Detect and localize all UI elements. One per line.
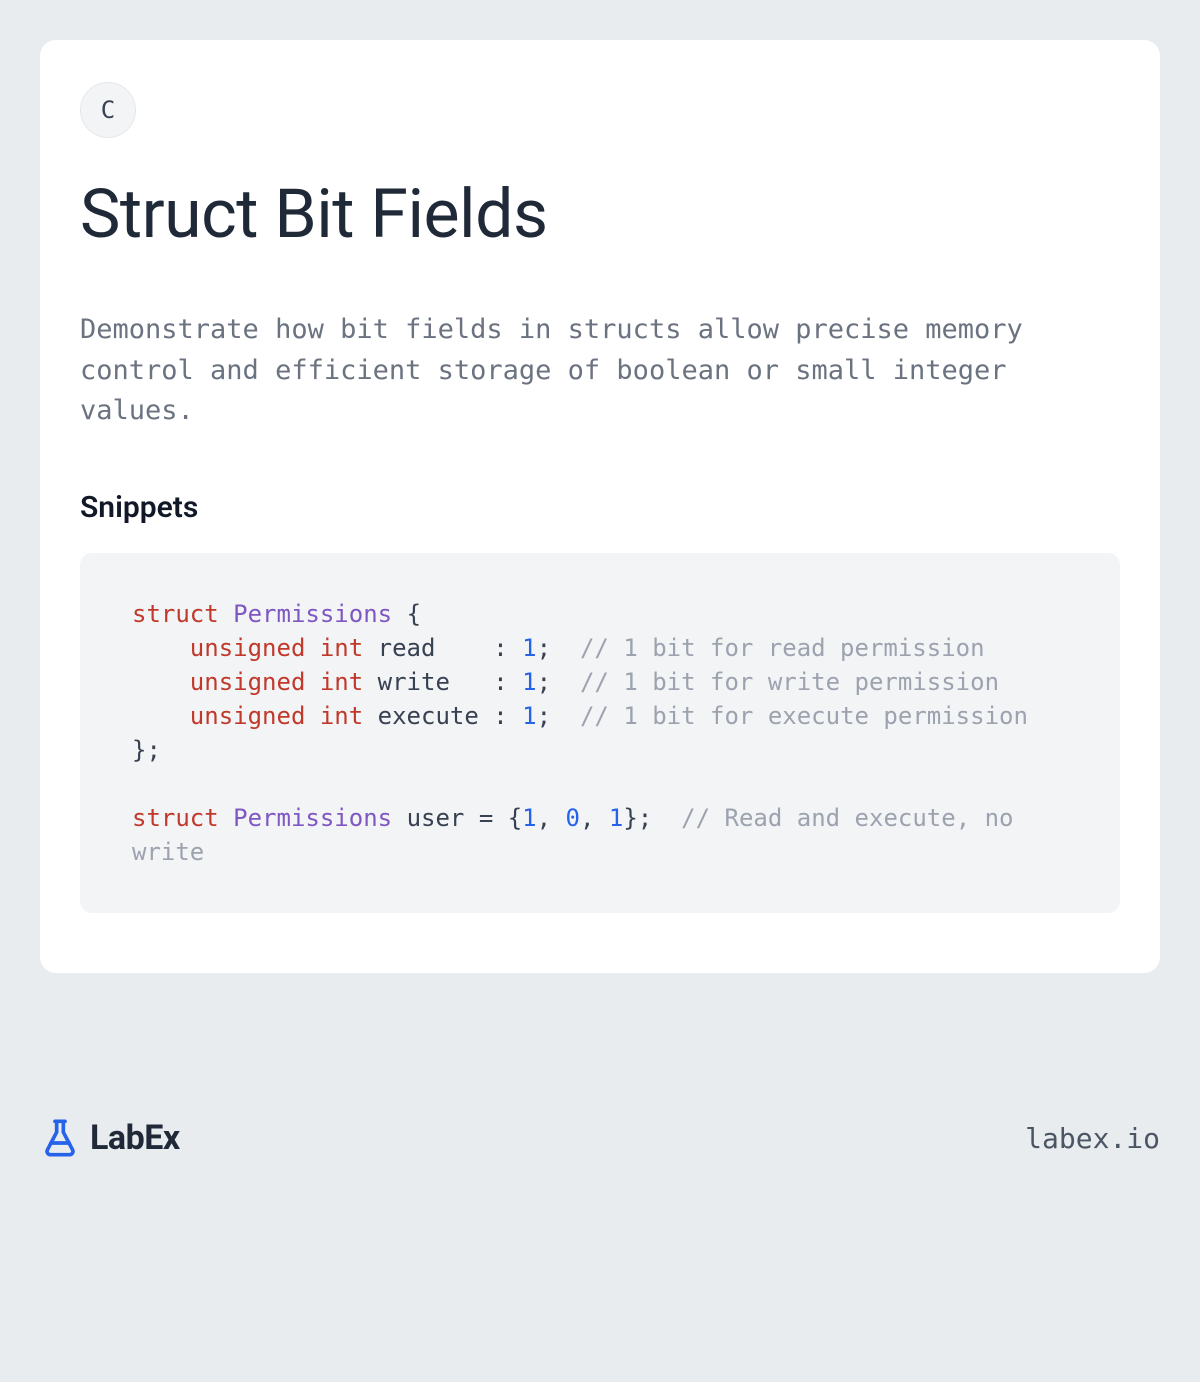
code-number: 1: [522, 634, 536, 662]
footer: LabEx labex.io: [40, 1118, 1160, 1158]
code-keyword: unsigned: [190, 668, 306, 696]
code-keyword: unsigned: [190, 702, 306, 730]
code-number: 1: [522, 804, 536, 832]
brand: LabEx: [40, 1118, 180, 1158]
code-comma: ,: [537, 804, 551, 832]
code-semi: ;: [537, 702, 551, 730]
brand-url: labex.io: [1025, 1122, 1160, 1155]
code-keyword: int: [320, 668, 363, 696]
code-comma: ,: [580, 804, 594, 832]
code-keyword: struct: [132, 804, 219, 832]
code-ident: write: [378, 668, 450, 696]
language-badge-letter: C: [101, 96, 115, 124]
code-comment: // 1 bit for execute permission: [580, 702, 1028, 730]
code-ident: read: [378, 634, 436, 662]
code-typename: Permissions: [233, 804, 392, 832]
code-snippet: struct Permissions { unsigned int read :…: [80, 553, 1120, 914]
code-colon: :: [493, 702, 507, 730]
code-semi: ;: [638, 804, 652, 832]
code-typename: Permissions: [233, 600, 392, 628]
page-title: Struct Bit Fields: [80, 174, 1120, 254]
code-colon: :: [493, 668, 507, 696]
code-semi: ;: [537, 668, 551, 696]
code-keyword: unsigned: [190, 634, 306, 662]
code-comment: // 1 bit for read permission: [580, 634, 985, 662]
code-comment: // 1 bit for write permission: [580, 668, 999, 696]
code-colon: :: [493, 634, 507, 662]
flask-icon: [40, 1118, 80, 1158]
code-brace: {: [407, 600, 421, 628]
page-description: Demonstrate how bit fields in structs al…: [80, 310, 1120, 432]
code-ident: execute: [378, 702, 479, 730]
code-number: 1: [522, 702, 536, 730]
code-keyword: struct: [132, 600, 219, 628]
code-number: 0: [566, 804, 580, 832]
code-number: 1: [522, 668, 536, 696]
code-brace: }: [623, 804, 637, 832]
language-badge: C: [80, 82, 136, 138]
code-keyword: int: [320, 634, 363, 662]
brand-name: LabEx: [90, 1118, 180, 1158]
code-keyword: int: [320, 702, 363, 730]
code-brace: {: [508, 804, 522, 832]
code-brace-close: };: [132, 736, 161, 764]
snippets-heading: Snippets: [80, 490, 1120, 525]
content-card: C Struct Bit Fields Demonstrate how bit …: [40, 40, 1160, 973]
code-semi: ;: [537, 634, 551, 662]
code-number: 1: [609, 804, 623, 832]
code-eq: =: [479, 804, 493, 832]
code-ident: user: [407, 804, 465, 832]
